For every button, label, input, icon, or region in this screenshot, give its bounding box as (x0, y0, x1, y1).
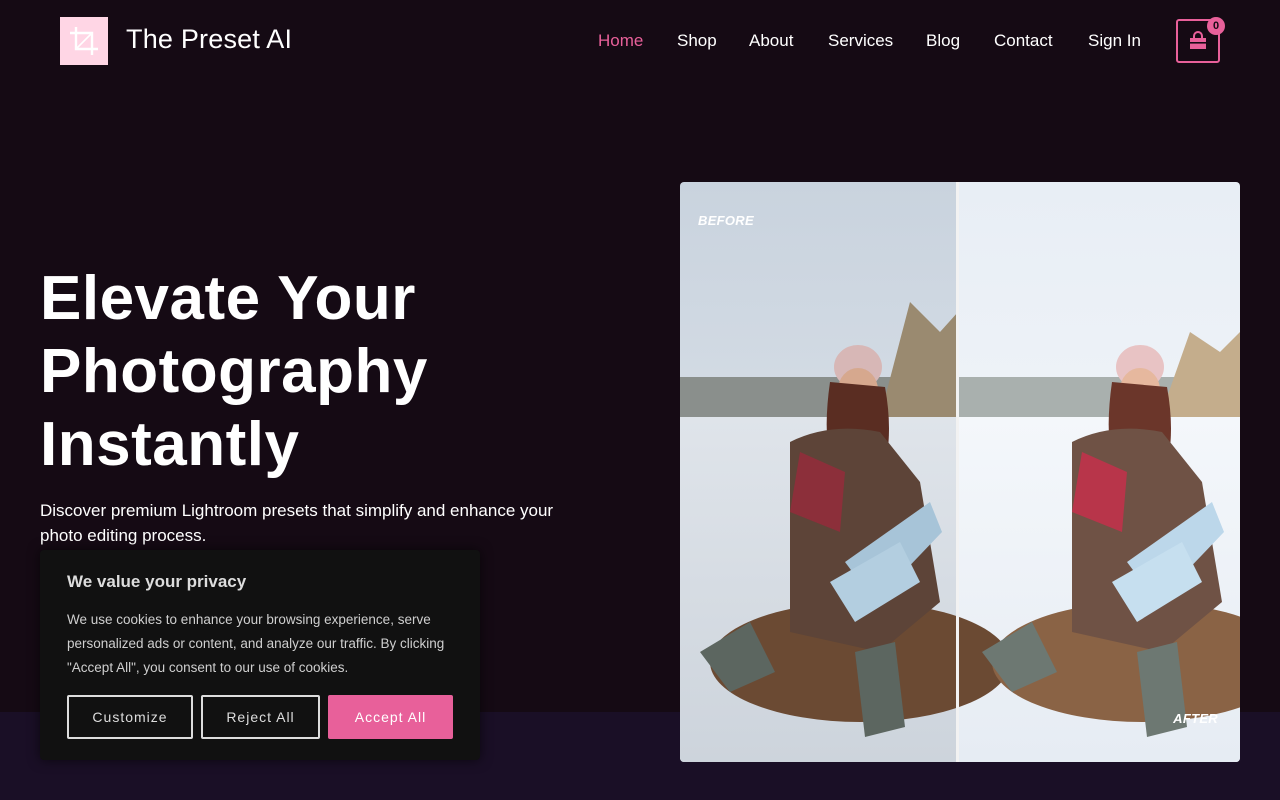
cart-count-badge: 0 (1207, 17, 1225, 35)
shopping-bag-icon (1190, 31, 1206, 49)
nav-about[interactable]: About (749, 31, 793, 51)
customize-button[interactable]: Customize (67, 695, 193, 739)
hero-title-line: Elevate Your (40, 264, 416, 333)
reject-all-button[interactable]: Reject All (201, 695, 320, 739)
before-after-image[interactable]: BEFORE AFTER (680, 182, 1240, 762)
page: The Preset AI Home Shop About Services B… (0, 0, 1280, 800)
after-label: AFTER (1173, 711, 1218, 726)
cart-button[interactable]: 0 (1176, 17, 1225, 63)
nav-services[interactable]: Services (828, 31, 893, 51)
before-label: BEFORE (698, 213, 754, 228)
nav-contact[interactable]: Contact (994, 31, 1053, 51)
nav-blog[interactable]: Blog (926, 31, 960, 51)
cookie-title: We value your privacy (67, 572, 247, 591)
main-nav: Home Shop About Services Blog Contact Si… (0, 31, 1280, 51)
nav-home[interactable]: Home (598, 31, 643, 51)
cookie-consent-banner: We value your privacy We use cookies to … (40, 550, 480, 760)
hero-title: Elevate Your Photography Instantly (40, 262, 600, 481)
accept-all-button[interactable]: Accept All (328, 695, 453, 739)
cookie-description: We use cookies to enhance your browsing … (67, 612, 445, 675)
site-header: The Preset AI Home Shop About Services B… (0, 0, 1280, 82)
nav-sign-in[interactable]: Sign In (1088, 31, 1141, 51)
hero-title-line: Photography (40, 337, 428, 406)
compare-divider-handle[interactable] (956, 182, 959, 762)
hero-photo (680, 182, 1240, 762)
nav-shop[interactable]: Shop (677, 31, 717, 51)
hero-title-line: Instantly (40, 410, 300, 479)
hero-subtitle: Discover premium Lightroom presets that … (40, 501, 554, 545)
